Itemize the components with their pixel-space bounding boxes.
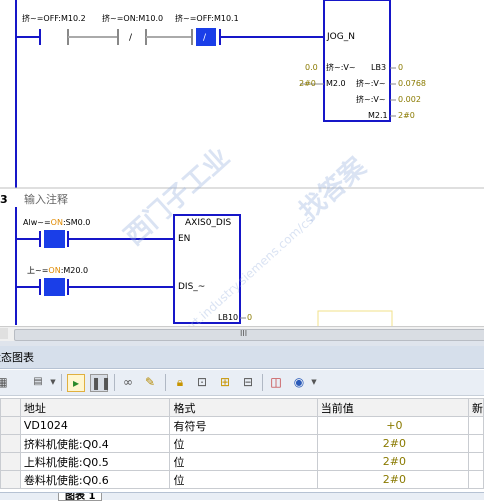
- row3-right-value: 0.002: [398, 95, 421, 104]
- cell-new-value[interactable]: [467, 434, 484, 453]
- table-icon[interactable]: ▦: [0, 374, 10, 390]
- cell-address[interactable]: VD1024: [19, 416, 171, 435]
- cell-address[interactable]: 挤料机使能:Q0.4: [19, 434, 171, 453]
- col-header-current-value[interactable]: 当前值: [316, 398, 469, 417]
- unlock-icon[interactable]: ⊡: [194, 374, 210, 390]
- network-comment[interactable]: 输入注释: [24, 194, 68, 206]
- cell-current-value: 2#0: [316, 470, 469, 489]
- network-number: 3: [0, 193, 8, 206]
- contact-m10-1-label: 挤~=OFF:M10.1: [175, 14, 239, 23]
- status-chart-title-bar: 状态图表: [0, 346, 484, 369]
- pin-jog-n: JOG_N: [327, 32, 355, 42]
- cell-format[interactable]: 位: [169, 452, 318, 471]
- row3-right-text: 挤~:V~: [356, 95, 386, 104]
- cell-current-value: 2#0: [316, 452, 469, 471]
- row-selector[interactable]: [0, 416, 21, 435]
- col-header-format[interactable]: 格式: [169, 398, 318, 417]
- table-row[interactable]: VD1024 有符号 +0: [0, 416, 484, 435]
- time-base-icon[interactable]: ◉: [291, 374, 307, 390]
- horizontal-scrollbar[interactable]: III: [0, 326, 484, 341]
- row-selector[interactable]: [0, 434, 21, 453]
- lock-icon[interactable]: 🔒︎: [172, 374, 188, 390]
- table-row[interactable]: 上料机使能:Q0.5 位 2#0: [0, 452, 484, 471]
- pencil-icon[interactable]: ✎: [142, 374, 158, 390]
- row1-left-value: 0.0: [305, 63, 318, 72]
- monitor-start-icon[interactable]: ▸: [67, 374, 85, 392]
- trend-chart-icon[interactable]: ◫: [268, 374, 284, 390]
- scrollbar-grip: III: [240, 329, 248, 338]
- pin-dis: DIS_~: [178, 282, 206, 292]
- insert-row-icon[interactable]: ▤: [30, 374, 46, 390]
- status-chart-toolbar: ▦ ▤ ▼ ▸ ❚❚ ∞ ✎ 🔒︎ ⊡ ⊞ ⊟ ◫ ◉ ▼: [0, 370, 484, 396]
- read-force-icon[interactable]: ⊟: [240, 374, 256, 390]
- pin-lb10: LB10: [218, 313, 239, 322]
- contact-m10-0-label: 挤~=ON:M10.0: [102, 14, 164, 23]
- force-icon[interactable]: ⊞: [217, 374, 233, 390]
- row-selector[interactable]: [0, 452, 21, 471]
- cell-new-value[interactable]: [467, 452, 484, 471]
- row-header-corner: [0, 398, 21, 417]
- row4-right-value: 2#0: [398, 111, 415, 120]
- contact-m20-0[interactable]: [39, 278, 69, 296]
- row2-left-pin: M2.0: [326, 79, 346, 88]
- contact-nc-symbol: /: [129, 33, 133, 43]
- function-block-title: AXIS0_DIS: [185, 218, 232, 228]
- row-selector[interactable]: [0, 470, 21, 489]
- cell-format[interactable]: 有符号: [169, 416, 318, 435]
- row2-right-value: 0.0768: [398, 79, 426, 88]
- contact-m10-2[interactable]: [39, 29, 69, 45]
- col-header-address[interactable]: 地址: [19, 398, 171, 417]
- cell-new-value[interactable]: [467, 416, 484, 435]
- cell-current-value: +0: [316, 416, 469, 435]
- panel-title: 状态图表: [0, 352, 34, 364]
- cell-new-value[interactable]: [467, 470, 484, 489]
- pause-icon[interactable]: ❚❚: [90, 374, 111, 392]
- table-row[interactable]: 挤料机使能:Q0.4 位 2#0: [0, 434, 484, 453]
- cell-current-value: 2#0: [316, 434, 469, 453]
- time-base-dropdown-icon[interactable]: ▼: [306, 374, 322, 390]
- contact-m10-2-label: 挤~=OFF:M10.2: [22, 14, 86, 23]
- status-chart-table: 地址 格式 当前值 新 VD1024 有符号 +0 挤料机使能:Q0.4 位 2…: [0, 398, 484, 489]
- contact-nc-symbol-active: /: [203, 33, 207, 43]
- scroll-left-arrow[interactable]: [0, 328, 8, 339]
- table-header-row: 地址 格式 当前值 新: [0, 398, 484, 417]
- row1-right-pin: LB3: [371, 63, 387, 72]
- row2-left-value: 2#0: [299, 79, 316, 88]
- dropdown-arrow-icon[interactable]: ▼: [45, 374, 61, 390]
- table-row[interactable]: 卷料机使能:Q0.6 位 2#0: [0, 470, 484, 489]
- tab-chart-1[interactable]: 图表 1: [58, 493, 103, 501]
- cell-address[interactable]: 卷料机使能:Q0.6: [19, 470, 171, 489]
- contact-m20-0-label: 上~=ON:M20.0: [27, 266, 89, 275]
- row1-left-text: 挤~:V~: [326, 63, 356, 72]
- contact-sm0-0[interactable]: [39, 230, 69, 248]
- row2-right-text: 挤~:V~: [356, 79, 386, 88]
- scrollbar-thumb[interactable]: III: [14, 329, 484, 341]
- cell-format[interactable]: 位: [169, 470, 318, 489]
- contact-sm0-0-label: Alw~=ON:SM0.0: [23, 218, 91, 227]
- cell-address[interactable]: 上料机使能:Q0.5: [19, 452, 171, 471]
- lb10-value: 0: [247, 313, 253, 322]
- glasses-icon[interactable]: ∞: [120, 374, 136, 390]
- row4-right-pin: M2.1: [368, 111, 388, 120]
- col-header-new-value[interactable]: 新: [467, 398, 484, 417]
- pin-en: EN: [178, 234, 191, 244]
- empty-cell: [317, 310, 393, 328]
- row1-right-value: 0: [398, 63, 404, 72]
- cell-format[interactable]: 位: [169, 434, 318, 453]
